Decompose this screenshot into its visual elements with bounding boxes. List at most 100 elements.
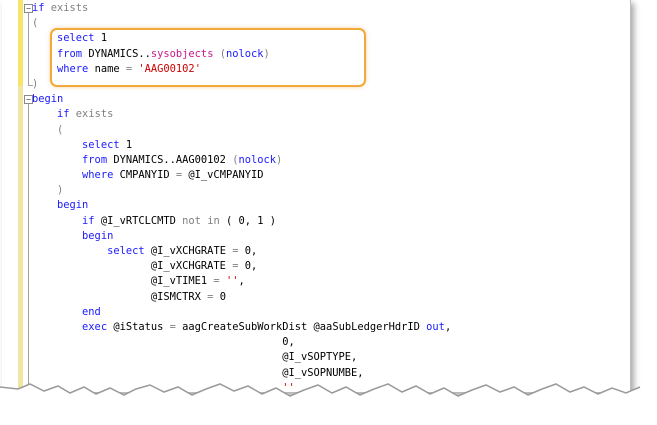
code-token: ): [276, 153, 283, 166]
code-line[interactable]: ): [32, 77, 630, 92]
code-token: ,: [444, 320, 452, 333]
code-token: DYNAMICS..AAG00102: [107, 153, 233, 166]
code-line[interactable]: begin: [32, 92, 630, 107]
code-line[interactable]: select 1: [32, 138, 630, 153]
code-token: in: [207, 214, 220, 227]
code-line[interactable]: begin: [32, 198, 630, 213]
code-token: begin: [82, 229, 114, 242]
code-line[interactable]: 0,: [32, 335, 630, 350]
code-token: 0,: [238, 260, 258, 273]
code-line[interactable]: if exists: [32, 107, 630, 122]
code-token: CMPANYID: [113, 169, 176, 182]
code-token: 0,: [238, 245, 258, 257]
code-token: @iStatus: [107, 320, 170, 333]
torn-paper-edge: [0, 383, 657, 425]
code-line[interactable]: @I_vXCHGRATE = 0,: [32, 259, 630, 274]
code-token: @I_vCMPANYID: [182, 169, 264, 182]
code-token: begin: [57, 199, 89, 212]
code-line[interactable]: (: [32, 123, 630, 138]
code-token: '': [225, 275, 239, 288]
code-line[interactable]: @I_vTIME1 = '',: [32, 274, 630, 289]
fold-guide-line: [28, 104, 29, 392]
code-token: nolock: [225, 47, 264, 60]
code-token: from: [82, 153, 108, 166]
code-token: ,: [238, 275, 245, 288]
code-token: exists: [69, 108, 114, 121]
code-token: not: [182, 214, 201, 227]
code-token: DYNAMICS..: [82, 47, 151, 60]
code-token: 0: [213, 290, 226, 303]
code-token: nolock: [238, 153, 277, 166]
code-token: end: [82, 305, 101, 318]
code-token: 0,: [282, 336, 295, 349]
code-line[interactable]: select 1: [32, 31, 630, 46]
code-token: aagCreateSubWorkDist: [175, 320, 314, 333]
code-token: @aaSubLedgerHdrID: [313, 320, 427, 333]
code-line[interactable]: from DYNAMICS..sysobjects (nolock): [32, 47, 630, 62]
code-token: 1: [94, 32, 108, 45]
code-line[interactable]: from DYNAMICS..AAG00102 (nolock): [32, 153, 630, 168]
code-token: @I_vXCHGRATE: [150, 260, 233, 273]
code-token: (: [57, 123, 64, 136]
code-line[interactable]: if exists: [32, 1, 630, 16]
code-token: if: [32, 2, 45, 14]
code-token: select: [57, 32, 95, 45]
code-token: select: [107, 245, 145, 257]
code-token: ): [32, 77, 39, 90]
code-token: exists: [44, 2, 89, 14]
code-line[interactable]: @ISMCTRX = 0: [32, 290, 630, 305]
code-token: @I_vRTCLCMTD: [94, 214, 183, 227]
code-token: @I_vTIME1: [150, 275, 214, 288]
code-line[interactable]: ): [32, 183, 630, 198]
code-token: out: [426, 320, 445, 333]
code-token: (: [213, 47, 226, 60]
code-token: ): [57, 184, 64, 197]
sql-query-editor[interactable]: − − if exists( select 1 from DYNAMICS..s…: [2, 0, 631, 392]
code-token: where: [57, 62, 89, 75]
code-token: 1: [119, 138, 133, 151]
code-token: sysobjects: [150, 47, 214, 60]
code-line[interactable]: @I_vSOPTYPE,: [32, 350, 630, 365]
code-token: @I_vSOPTYPE,: [282, 351, 358, 364]
code-token: begin: [32, 93, 64, 106]
code-token: @I_vXCHGRATE: [144, 245, 233, 257]
fold-guide-line: [28, 13, 29, 85]
code-line[interactable]: exec @iStatus = aagCreateSubWorkDist @aa…: [32, 320, 630, 335]
code-token: ( 0, 1 ): [219, 214, 277, 227]
code-line[interactable]: select @I_vXCHGRATE = 0,: [32, 244, 630, 259]
code-line[interactable]: end: [32, 305, 630, 320]
code-token: if: [82, 214, 95, 227]
code-token: if: [57, 108, 70, 121]
code-line[interactable]: begin: [32, 229, 630, 244]
code-token: select: [82, 138, 120, 151]
code-line[interactable]: where name = 'AAG00102': [32, 62, 630, 77]
code-line[interactable]: if @I_vRTCLCMTD not in ( 0, 1 ): [32, 214, 630, 229]
code-token: (: [32, 17, 39, 30]
code-token: 'AAG00102': [138, 62, 201, 75]
code-line[interactable]: where CMPANYID = @I_vCMPANYID: [32, 168, 630, 183]
code-text-area[interactable]: if exists( select 1 from DYNAMICS..sysob…: [32, 1, 630, 392]
code-token: from: [57, 47, 83, 60]
code-token: where: [82, 169, 114, 182]
code-token: @ISMCTRX: [150, 290, 208, 303]
code-line[interactable]: (: [32, 16, 630, 31]
